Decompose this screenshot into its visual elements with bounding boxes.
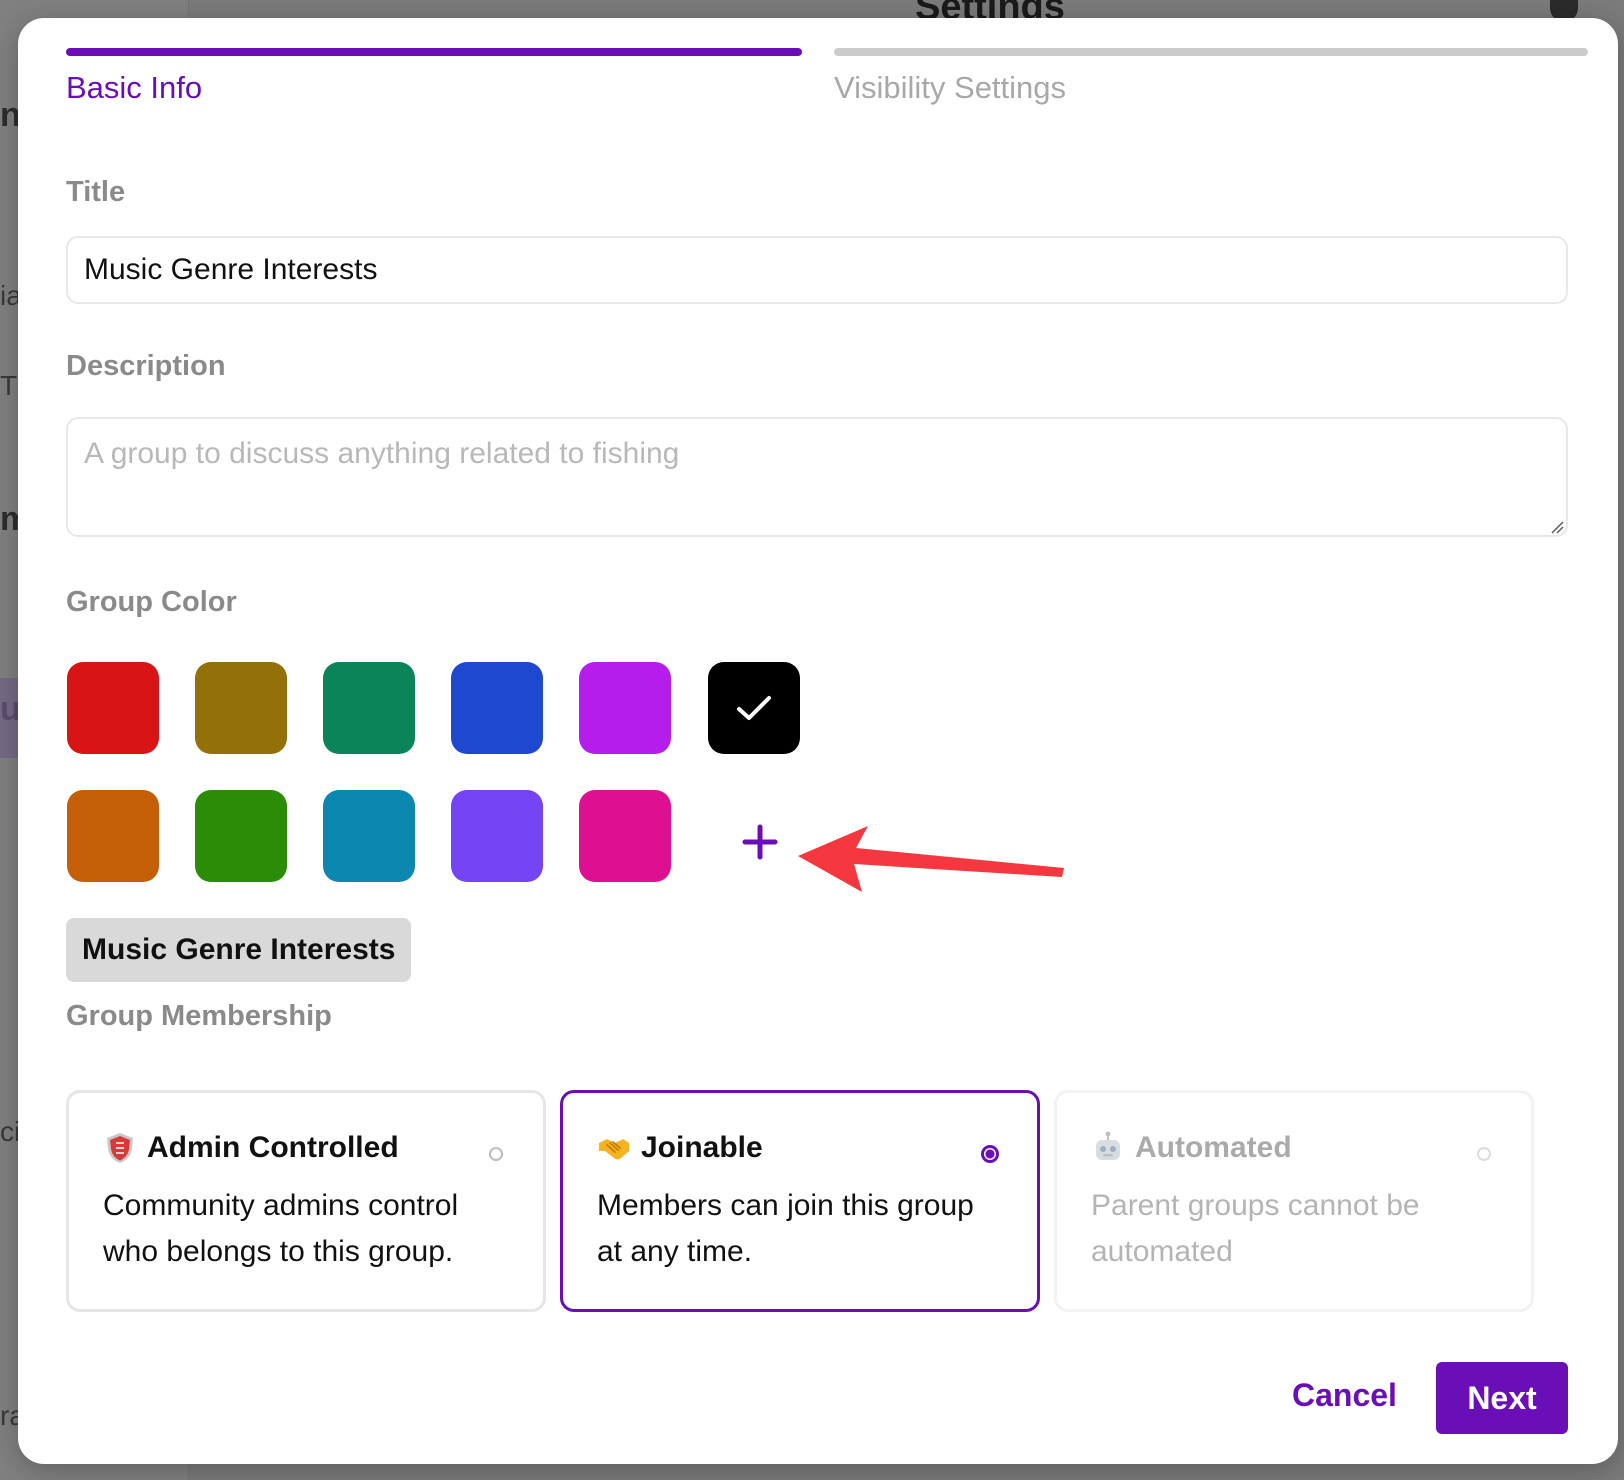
checkmark-icon: [737, 696, 771, 720]
radio-button-selected[interactable]: [981, 1145, 999, 1163]
next-button[interactable]: Next: [1436, 1362, 1568, 1434]
option-title: Joinable: [641, 1131, 763, 1164]
robot-icon: [1096, 1131, 1120, 1160]
group-color-label: Group Color: [66, 586, 237, 618]
add-custom-color-button[interactable]: [730, 812, 790, 872]
option-description: Community admins control who belongs to …: [103, 1189, 459, 1268]
create-group-modal: Basic Info Visibility Settings Title Des…: [18, 18, 1618, 1464]
step-progress-bar: [66, 48, 802, 56]
color-swatch-green[interactable]: [323, 662, 415, 754]
color-swatch-teal[interactable]: [323, 790, 415, 882]
color-swatch-black[interactable]: [708, 662, 800, 754]
color-swatch-blue[interactable]: [451, 662, 543, 754]
title-input[interactable]: [66, 236, 1568, 304]
option-heading: Admin Controlled: [103, 1131, 399, 1165]
shield-icon: [107, 1133, 133, 1163]
radio-button-disabled: [1477, 1147, 1491, 1161]
handshake-icon: [599, 1139, 629, 1160]
membership-option-automated: Automated Parent groups cannot be automa…: [1054, 1090, 1534, 1312]
step-label: Visibility Settings: [834, 70, 1067, 105]
description-textarea[interactable]: [66, 417, 1568, 537]
option-description: Members can join this group at any time.: [597, 1189, 974, 1268]
title-label: Title: [66, 176, 126, 208]
group-preview-chip: Music Genre Interests: [66, 918, 412, 982]
radio-button[interactable]: [489, 1147, 503, 1161]
option-description: Parent groups cannot be automated: [1091, 1189, 1420, 1268]
annotation-arrow-icon: [798, 826, 1064, 892]
color-swatch-olive[interactable]: [195, 662, 287, 754]
color-swatch-lime[interactable]: [195, 790, 287, 882]
step-basic-info[interactable]: Basic Info: [66, 48, 802, 106]
color-swatch-pink[interactable]: [579, 790, 671, 882]
color-swatch-red[interactable]: [67, 662, 159, 754]
step-label: Basic Info: [66, 70, 203, 105]
step-visibility-settings[interactable]: Visibility Settings: [834, 48, 1588, 106]
option-title: Admin Controlled: [147, 1131, 399, 1164]
step-progress-bar: [834, 48, 1588, 56]
membership-option-joinable[interactable]: Joinable Members can join this group at …: [560, 1090, 1040, 1312]
color-swatch-purple[interactable]: [579, 662, 671, 754]
color-swatch-orange[interactable]: [67, 790, 159, 882]
plus-icon: [742, 824, 778, 860]
description-label: Description: [66, 350, 226, 382]
membership-option-admin-controlled[interactable]: Admin Controlled Community admins contro…: [66, 1090, 546, 1312]
resize-grip-icon[interactable]: [1550, 520, 1564, 534]
option-title: Automated: [1135, 1131, 1292, 1164]
option-heading: Automated: [1091, 1131, 1292, 1165]
color-swatch-violet[interactable]: [451, 790, 543, 882]
cancel-button[interactable]: Cancel: [1286, 1376, 1403, 1415]
option-heading: Joinable: [597, 1131, 763, 1165]
group-membership-label: Group Membership: [66, 1000, 332, 1032]
